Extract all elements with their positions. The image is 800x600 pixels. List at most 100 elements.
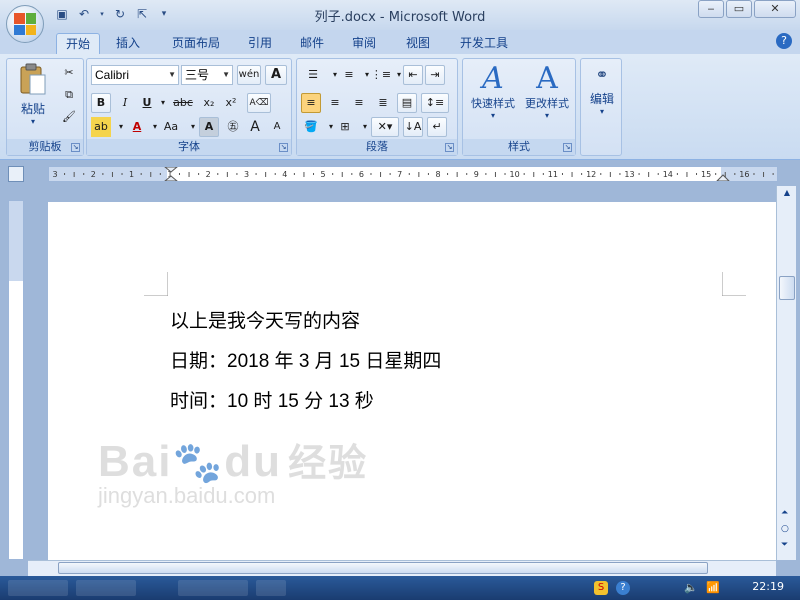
borders-icon[interactable]: ⊞: [335, 117, 355, 137]
shrink-font-button[interactable]: A: [267, 117, 287, 137]
editing-group: ⚭ 编辑 ▾: [580, 58, 622, 156]
window-title: 列子.docx - Microsoft Word: [314, 10, 486, 25]
ruler-number: 3: [52, 170, 57, 179]
tab-view[interactable]: 视图: [398, 33, 438, 54]
clear-formatting-button[interactable]: A⌫: [247, 93, 271, 113]
show-marks-icon[interactable]: ↵: [427, 117, 447, 137]
doc-line-2[interactable]: 日期：2018 年 3 月 15 日星期四: [170, 346, 441, 373]
font-size-select[interactable]: 三号 ▼: [181, 65, 233, 85]
maximize-button[interactable]: ▭: [726, 0, 752, 18]
clock[interactable]: 22:19: [752, 580, 784, 593]
close-button[interactable]: ✕: [754, 0, 796, 18]
browse-object-icon[interactable]: ○: [781, 524, 789, 534]
horizontal-scrollbar[interactable]: [28, 560, 776, 576]
right-indent-marker-icon[interactable]: [716, 174, 730, 181]
change-styles-button[interactable]: A 更改样式 ▾: [521, 63, 573, 121]
phonetic-guide-label: wén: [238, 69, 260, 80]
superscript-button[interactable]: x²: [221, 93, 241, 113]
office-logo-icon: [14, 13, 36, 35]
help-tray-icon[interactable]: ?: [616, 581, 630, 595]
editing-label: 编辑: [589, 92, 614, 106]
vertical-scrollbar[interactable]: ▲ ⏶ ○ ⏷: [776, 186, 796, 560]
minimize-button[interactable]: ‒: [698, 0, 724, 18]
strikethrough-button[interactable]: abc: [169, 93, 197, 113]
copy-icon[interactable]: ⧉: [59, 85, 79, 105]
grow-font-button[interactable]: A: [245, 117, 265, 137]
font-group: Calibri ▼ 三号 ▼ wén A B I U ▾ abc x₂ x² A⌫ …: [86, 58, 292, 156]
tab-selector[interactable]: [8, 166, 24, 182]
font-launcher-icon[interactable]: ↘: [279, 143, 288, 152]
doc-line-1[interactable]: 以上是我今天写的内容: [170, 306, 360, 333]
decrease-indent-icon[interactable]: ⇤: [403, 65, 423, 85]
volume-icon[interactable]: 🔈: [684, 581, 698, 594]
italic-button[interactable]: I: [115, 93, 135, 113]
quick-styles-dropdown-icon: ▾: [490, 111, 495, 120]
tab-review[interactable]: 审阅: [344, 33, 384, 54]
align-left-icon[interactable]: ≡: [301, 93, 321, 113]
doc-line-3[interactable]: 时间：10 时 15 分 13 秒: [170, 386, 374, 413]
ruler-number: 13: [624, 170, 634, 179]
font-group-label: 字体: [87, 139, 291, 155]
cut-icon[interactable]: ✂: [59, 63, 79, 83]
sort-icon[interactable]: ↓A: [403, 117, 423, 137]
quick-styles-button[interactable]: A 快速样式 ▾: [467, 63, 519, 121]
taskbar-item[interactable]: [76, 580, 136, 596]
clipboard-group: 粘贴 ▾ ✂ ⧉ 🖌 剪贴板 ↘: [6, 58, 84, 156]
font-name-select[interactable]: Calibri ▼: [91, 65, 179, 85]
prev-page-icon[interactable]: ⏶: [781, 508, 788, 518]
bold-button[interactable]: B: [91, 93, 111, 113]
paste-dropdown-icon[interactable]: ▾: [13, 117, 53, 126]
phonetic-guide-button[interactable]: wén: [237, 65, 261, 85]
tab-mailings[interactable]: 邮件: [292, 33, 332, 54]
ruler-number: 11: [548, 170, 558, 179]
chevron-down-icon: ▼: [222, 70, 230, 79]
horizontal-scroll-thumb[interactable]: [58, 562, 708, 574]
document-page[interactable]: 以上是我今天写的内容 日期：2018 年 3 月 15 日星期四 时间：10 时…: [48, 202, 776, 562]
vertical-ruler[interactable]: [8, 200, 24, 560]
char-shading-button[interactable]: A: [199, 117, 219, 137]
align-center-icon[interactable]: ≡: [325, 93, 345, 113]
editing-button[interactable]: ⚭ 编辑 ▾: [583, 65, 621, 116]
watermark-cn: 经验: [288, 443, 369, 485]
vertical-scroll-thumb[interactable]: [779, 276, 795, 300]
ruler-number: 2: [206, 170, 211, 179]
paragraph-group-label: 段落: [297, 139, 457, 155]
enclose-char-icon[interactable]: ㊄: [223, 117, 243, 137]
network-icon[interactable]: 📶: [706, 581, 720, 594]
tab-insert[interactable]: 插入: [108, 33, 148, 54]
scroll-up-icon[interactable]: ▲: [779, 186, 795, 200]
bullets-icon[interactable]: ☰: [301, 65, 325, 85]
paragraph-launcher-icon[interactable]: ↘: [445, 143, 454, 152]
tab-developer[interactable]: 开发工具: [452, 33, 516, 54]
taskbar-item[interactable]: [8, 580, 68, 596]
paste-label: 粘贴: [20, 102, 45, 116]
shading-icon[interactable]: 🪣: [301, 117, 321, 137]
char-border-button[interactable]: A: [265, 65, 287, 85]
clipboard-launcher-icon[interactable]: ↘: [71, 143, 80, 152]
paste-button[interactable]: 粘贴 ▾: [13, 63, 53, 126]
change-case-button[interactable]: Aa: [159, 117, 183, 137]
tab-page-layout[interactable]: 页面布局: [164, 33, 228, 54]
tab-references[interactable]: 引用: [240, 33, 280, 54]
styles-launcher-icon[interactable]: ↘: [563, 143, 572, 152]
horizontal-ruler[interactable]: 3 2 1 1 2 3 4 5 6 7 8 9 10 11 12 13 14 15 16: [48, 166, 778, 182]
tab-home[interactable]: 开始: [56, 33, 100, 54]
taskbar-item[interactable]: [256, 580, 286, 596]
ruler-number: 4: [282, 170, 287, 179]
office-button[interactable]: [6, 5, 44, 43]
input-method-icon[interactable]: S: [594, 581, 608, 595]
format-painter-icon[interactable]: 🖌: [59, 107, 79, 127]
taskbar-item[interactable]: [178, 580, 248, 596]
align-right-icon[interactable]: ≡: [349, 93, 369, 113]
help-icon[interactable]: ?: [776, 33, 792, 49]
next-page-icon[interactable]: ⏷: [781, 540, 788, 550]
line-spacing-icon[interactable]: ↕≡: [421, 93, 449, 113]
distributed-icon[interactable]: ▤: [397, 93, 417, 113]
text-highlight-icon[interactable]: ab: [91, 117, 111, 137]
chinese-layout-icon[interactable]: ✕▾: [371, 117, 399, 137]
corner-mark-right: [722, 272, 746, 296]
font-color-icon[interactable]: A: [127, 117, 147, 137]
increase-indent-icon[interactable]: ⇥: [425, 65, 445, 85]
subscript-button[interactable]: x₂: [199, 93, 219, 113]
justify-icon[interactable]: ≣: [373, 93, 393, 113]
